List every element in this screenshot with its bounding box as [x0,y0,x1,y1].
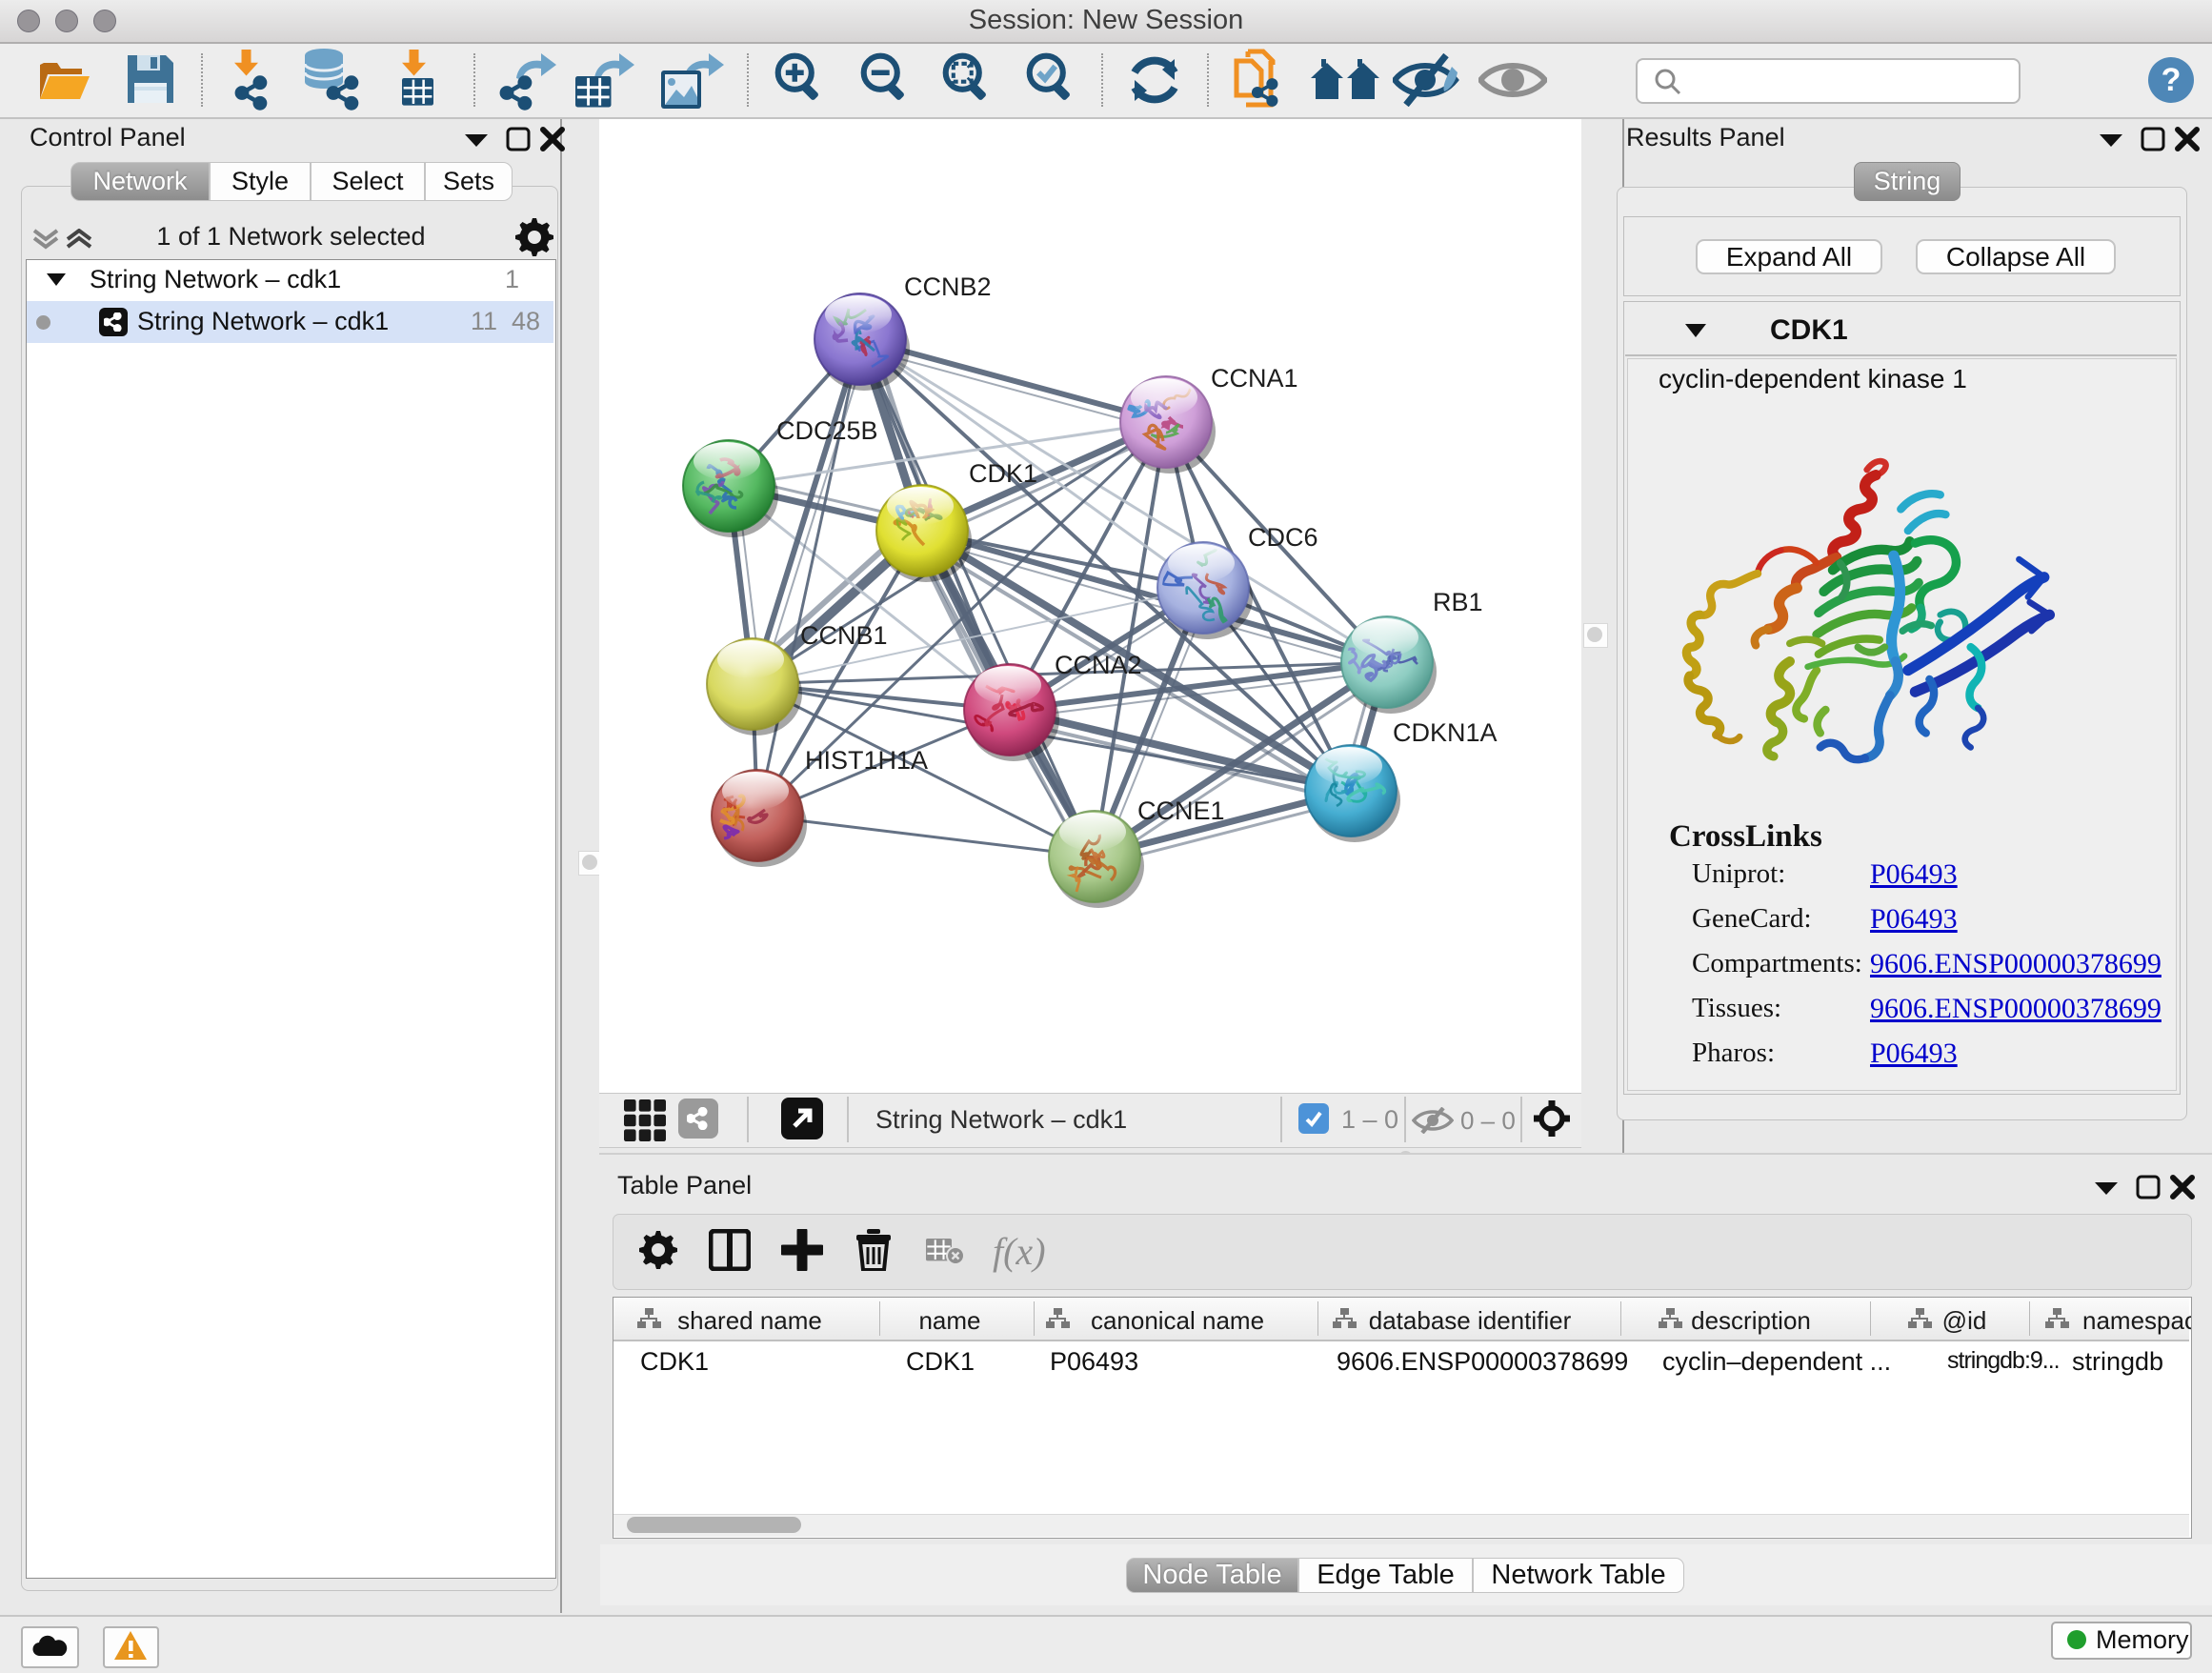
svg-text:CDC25B: CDC25B [776,416,878,445]
svg-text:HIST1H1A: HIST1H1A [805,746,928,775]
svg-text:CCNE1: CCNE1 [1137,796,1225,825]
svg-text:CDC6: CDC6 [1248,523,1318,552]
svg-text:CDKN1A: CDKN1A [1393,718,1498,747]
svg-text:CDK1: CDK1 [969,459,1037,488]
svg-text:CCNB2: CCNB2 [904,272,992,301]
svg-text:CCNA1: CCNA1 [1211,364,1298,393]
svg-text:RB1: RB1 [1433,588,1483,616]
svg-text:CCNB1: CCNB1 [800,621,888,650]
svg-text:CCNA2: CCNA2 [1055,651,1142,679]
